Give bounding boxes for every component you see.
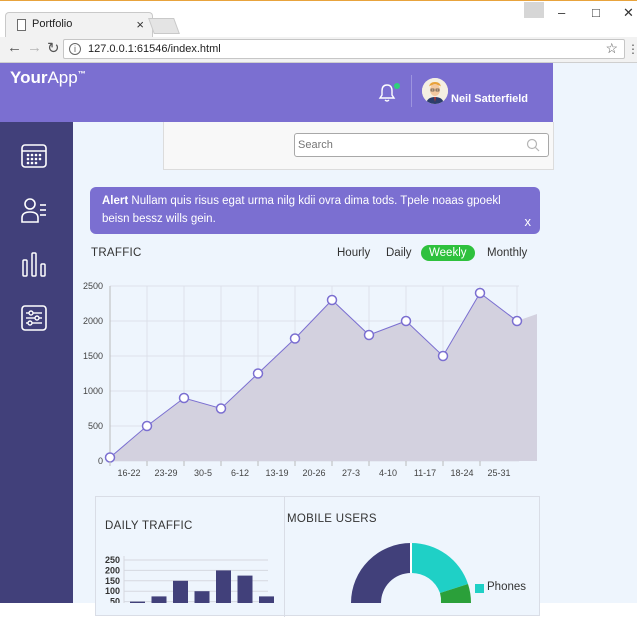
- donut-segment-dark: [351, 543, 411, 603]
- y-tick-label: 500: [88, 421, 103, 431]
- alert-label: Alert: [102, 195, 129, 207]
- browser-menu-icon[interactable]: ⋮: [627, 42, 637, 56]
- app-header: YourApp™ Neil Satterfield: [0, 63, 553, 122]
- avatar[interactable]: [422, 78, 448, 104]
- range-monthly-button[interactable]: Monthly: [487, 247, 527, 259]
- app-logo[interactable]: YourApp™: [10, 68, 86, 88]
- daily-bar: [237, 575, 253, 603]
- daily-bar: [216, 570, 231, 603]
- x-tick-label: 30-5: [194, 468, 212, 478]
- traffic-title: TRAFFIC: [91, 247, 142, 259]
- y-tick-label: 50: [110, 597, 120, 603]
- url-field[interactable]: i 127.0.0.1:61546/index.html ☆: [63, 39, 625, 59]
- app-root: YourApp™ Neil Satterfield Search Alert N…: [0, 63, 637, 617]
- daily-traffic-chart: 25020015010050: [105, 555, 274, 603]
- header-divider: [411, 75, 412, 107]
- traffic-point: [215, 403, 227, 414]
- x-tick-label: 16-22: [117, 468, 140, 478]
- forward-icon[interactable]: →: [27, 39, 42, 56]
- y-tick-label: 0: [98, 456, 103, 466]
- range-hourly-button[interactable]: Hourly: [337, 247, 370, 259]
- traffic-point: [326, 294, 338, 306]
- sidebar: [0, 122, 73, 603]
- daily-bar: [259, 596, 274, 603]
- x-tick-label: 13-19: [265, 468, 288, 478]
- url-text: 127.0.0.1:61546/index.html: [88, 43, 221, 55]
- x-tick-label: 4-10: [379, 468, 397, 478]
- contacts-icon[interactable]: [20, 196, 48, 224]
- traffic-point: [437, 350, 449, 362]
- x-tick-label: 11-17: [414, 468, 436, 478]
- tab-close-icon[interactable]: ×: [136, 17, 144, 32]
- daily-bar: [194, 591, 210, 603]
- settings-sliders-icon[interactable]: [20, 304, 48, 332]
- x-tick-label: 27-3: [342, 468, 360, 478]
- traffic-point: [104, 452, 116, 463]
- minimize-icon[interactable]: –: [558, 5, 565, 20]
- traffic-point: [474, 287, 486, 299]
- y-tick-label: 150: [105, 576, 120, 586]
- new-tab-button[interactable]: [148, 18, 180, 34]
- traffic-point: [289, 333, 301, 344]
- daily-traffic-title: DAILY TRAFFIC: [105, 520, 193, 532]
- legend-phones-label: Phones: [487, 581, 527, 593]
- card-divider: [284, 497, 285, 617]
- mobile-users-title: MOBILE USERS: [287, 513, 377, 525]
- calendar-icon[interactable]: [20, 142, 48, 170]
- x-tick-label: 18-24: [450, 468, 473, 478]
- y-tick-label: 1500: [83, 351, 103, 361]
- traffic-point: [363, 329, 375, 341]
- search-input[interactable]: [294, 133, 549, 157]
- back-icon[interactable]: ←: [7, 39, 22, 56]
- y-tick-label: 200: [105, 565, 120, 575]
- x-tick-label: 6-12: [231, 468, 249, 478]
- traffic-point: [400, 315, 412, 327]
- traffic-point: [141, 420, 153, 432]
- address-bar: ← → ↻ i 127.0.0.1:61546/index.html ☆ ⋮: [0, 37, 637, 63]
- donut-segment-phones: [411, 542, 468, 593]
- range-weekly-button[interactable]: Weekly: [421, 245, 475, 261]
- alert-banner: Alert Nullam quis risus egat urma nilg k…: [90, 187, 540, 234]
- tab-title: Portfolio: [32, 18, 73, 30]
- maximize-icon[interactable]: □: [592, 5, 600, 20]
- notification-dot: [394, 83, 400, 89]
- traffic-point: [511, 315, 523, 327]
- browser-titlebar: Portfolio × – □ ✕: [0, 0, 637, 38]
- y-tick-label: 250: [105, 555, 120, 565]
- user-name[interactable]: Neil Satterfield: [451, 93, 528, 105]
- traffic-chart: 0 500 1000 1500 2000 2500 16-22 23-29 30-5 6-12 13…: [83, 281, 537, 478]
- browser-tab[interactable]: Portfolio ×: [5, 12, 153, 38]
- x-tick-label: 25-31: [487, 468, 510, 478]
- traffic-area: [110, 293, 537, 461]
- x-tick-label: 23-29: [154, 468, 177, 478]
- alert-close-button[interactable]: x: [525, 213, 532, 231]
- daily-bar: [151, 596, 167, 603]
- daily-bar: [173, 580, 188, 603]
- reload-icon[interactable]: ↻: [47, 39, 60, 57]
- y-tick-label: 100: [105, 586, 120, 596]
- bookmark-star-icon[interactable]: ☆: [605, 40, 618, 57]
- search-icon[interactable]: [526, 138, 540, 152]
- info-icon[interactable]: i: [69, 43, 81, 55]
- y-tick-label: 2000: [83, 316, 103, 326]
- search-panel: [163, 122, 554, 170]
- traffic-point: [178, 392, 190, 404]
- profile-icon[interactable]: [524, 2, 544, 18]
- bar-chart-icon[interactable]: [20, 250, 48, 278]
- y-tick-label: 1000: [83, 386, 103, 396]
- mobile-users-donut: [351, 542, 472, 603]
- legend-phones-swatch: [475, 584, 484, 593]
- window-close-icon[interactable]: ✕: [623, 5, 634, 21]
- x-tick-label: 20-26: [302, 468, 325, 478]
- y-tick-label: 2500: [83, 281, 103, 291]
- page-icon: [17, 19, 26, 31]
- alert-text: Nullam quis risus egat urma nilg kdii ov…: [102, 195, 501, 225]
- traffic-point: [252, 368, 264, 379]
- range-daily-button[interactable]: Daily: [386, 247, 412, 259]
